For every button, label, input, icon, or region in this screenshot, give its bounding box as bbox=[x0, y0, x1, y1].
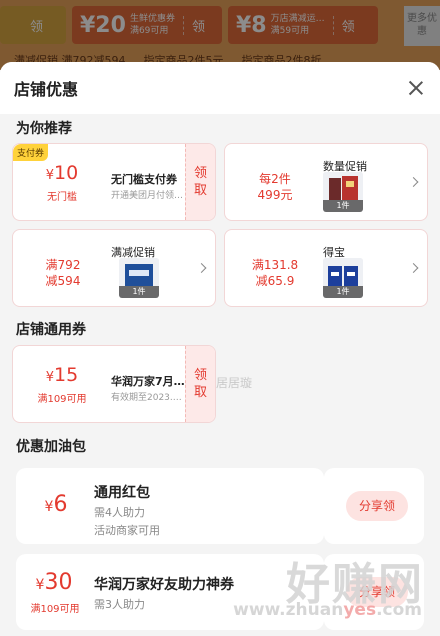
pay-coupon-card[interactable]: 支付券 ¥10 无门槛 无门槛支付券 开通美团月付领… 领取 bbox=[12, 143, 216, 221]
store-coupon-name: 华润万家7月… bbox=[111, 375, 185, 388]
site-logo-watermark: 好赚网 www.zhuanyes.com bbox=[212, 548, 432, 628]
boost-pack-title: 优惠加油包 bbox=[16, 439, 86, 455]
pay-coupon-amount: ¥10 bbox=[45, 162, 79, 184]
recommended-title: 为你推荐 bbox=[16, 121, 72, 137]
store-coupon-card[interactable]: ¥15 满109可用 华润万家7月… 有效期至2023.… 领取 bbox=[12, 345, 216, 423]
quantity-promo-count: 1件 bbox=[323, 200, 363, 212]
store-coupon-amount: ¥15 bbox=[45, 364, 79, 386]
quantity-promo-rule1: 每2件 bbox=[259, 172, 291, 186]
red-packet-share-button[interactable]: 分享领 bbox=[346, 491, 408, 521]
debao-promo-product-image: 1件 bbox=[323, 258, 363, 298]
debao-promo-rule1: 满131.8 bbox=[251, 258, 299, 272]
discount-promo-product-image: 1件 bbox=[119, 258, 159, 298]
background-coupon-strip: 领 ¥20 生鲜优惠券 满69可用 领 ¥8 万店满减运… 满59可用 领 更多优惠… bbox=[0, 0, 440, 70]
store-discount-sheet: 店铺优惠 为你推荐 支付券 ¥10 无门槛 无门槛支付券 开通美团月付领… 领取… bbox=[0, 62, 440, 636]
red-packet-scope: 活动商家可用 bbox=[94, 524, 160, 537]
quantity-promo-product-image: 1件 bbox=[323, 172, 363, 212]
friend-coupon-requirement: 需3人助力 bbox=[94, 598, 145, 611]
pay-coupon-name: 无门槛支付券 bbox=[111, 173, 177, 186]
overlay-dim[interactable] bbox=[0, 0, 440, 70]
pay-coupon-claim-button[interactable]: 领取 bbox=[185, 144, 215, 220]
chevron-right-icon bbox=[196, 263, 207, 273]
chevron-right-icon bbox=[408, 263, 419, 273]
boost-item-red-packet-side: 分享领 bbox=[324, 468, 424, 544]
close-icon[interactable] bbox=[406, 78, 426, 98]
pay-coupon-condition: 无门槛 bbox=[47, 192, 77, 203]
friend-coupon-amount: ¥30 bbox=[35, 570, 73, 595]
pay-coupon-badge: 支付券 bbox=[13, 144, 49, 161]
friend-coupon-condition: 满109可用 bbox=[30, 604, 80, 615]
store-coupon-desc: 有效期至2023.… bbox=[111, 393, 182, 403]
boost-item-red-packet[interactable]: ¥6 通用红包 需4人助力 活动商家可用 bbox=[16, 468, 324, 544]
store-coupon-title: 店铺通用券 bbox=[16, 322, 86, 338]
store-coupon-claim-button[interactable]: 领取 bbox=[185, 346, 215, 422]
discount-promo-rule1: 满792 bbox=[45, 258, 81, 272]
discount-promo-count: 1件 bbox=[119, 286, 159, 298]
discount-promo-rule2: 减594 bbox=[45, 274, 81, 288]
chevron-right-icon bbox=[408, 177, 419, 187]
red-packet-requirement: 需4人助力 bbox=[94, 506, 145, 519]
pay-coupon-desc: 开通美团月付领… bbox=[111, 191, 184, 201]
red-packet-name: 通用红包 bbox=[94, 485, 150, 501]
store-coupon-condition: 满109可用 bbox=[37, 394, 87, 405]
sheet-header: 店铺优惠 bbox=[0, 62, 440, 114]
site-url-text: www.zhuanyes.com bbox=[233, 600, 422, 620]
debao-promo-card[interactable]: 满131.8 减65.9 得宝 1件 bbox=[224, 229, 428, 307]
red-packet-amount: ¥6 bbox=[44, 492, 68, 517]
quantity-promo-card[interactable]: 每2件 499元 数量促销 1件 bbox=[224, 143, 428, 221]
sheet-title: 店铺优惠 bbox=[14, 80, 79, 99]
quantity-promo-rule2: 499元 bbox=[257, 188, 293, 202]
debao-promo-rule2: 减65.9 bbox=[255, 274, 295, 288]
debao-promo-count: 1件 bbox=[323, 286, 363, 298]
discount-promo-card[interactable]: 满792 减594 满减促销 1件 bbox=[12, 229, 216, 307]
